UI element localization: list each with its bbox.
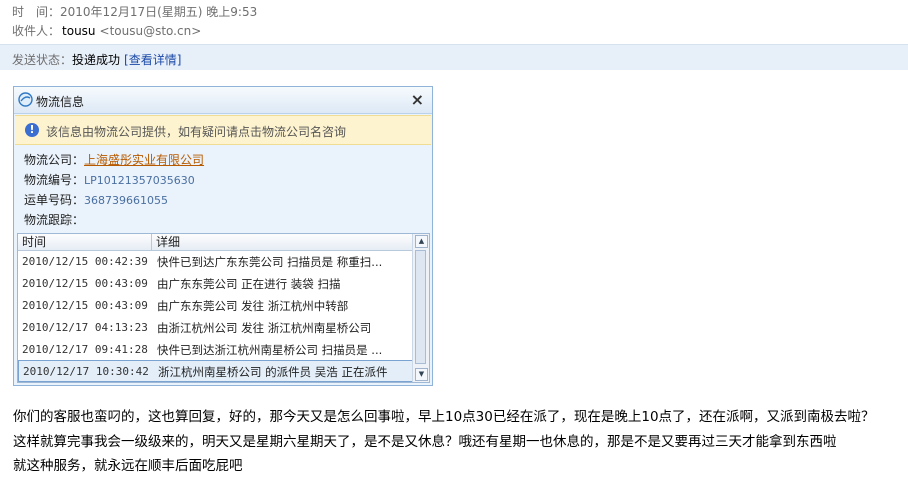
row-time: 2010/12/17 10:30:42: [23, 365, 149, 378]
row-detail: 由浙江杭州公司 发往 浙江杭州南星桥公司: [157, 321, 372, 335]
row-detail: 浙江杭州南星桥公司 的派件员 吴浩 正在派件: [158, 365, 388, 379]
info-notice-text: 该信息由物流公司提供，如有疑问请点击物流公司名咨询: [46, 125, 347, 139]
code-row: 物流编号：LP10121357035630: [24, 171, 195, 188]
waybill-value: 368739661055: [84, 194, 168, 207]
company-label: 物流公司：: [24, 153, 85, 167]
recipient-address: <tousu@sto.cn>: [99, 24, 202, 38]
table-row[interactable]: 2010/12/15 00:43:09 由广东东莞公司 正在进行 装袋 扫描: [18, 273, 414, 295]
tracking-list-scrollbar[interactable]: ▲ ▼: [412, 234, 429, 382]
info-notice: ! 该信息由物流公司提供，如有疑问请点击物流公司名咨询: [15, 115, 431, 145]
time-label: 时 间：: [12, 5, 61, 19]
logistics-panel-titlebar: 物流信息 ×: [14, 87, 432, 114]
row-detail: 由广东东莞公司 发往 浙江杭州中转部: [157, 299, 349, 313]
send-status-bar: 发送状态：投递成功 [查看详情]: [0, 44, 908, 70]
scroll-up-icon[interactable]: ▲: [415, 235, 428, 248]
company-link[interactable]: 上海盛彤实业有限公司: [84, 153, 204, 167]
exclamation-icon: !: [25, 123, 39, 137]
row-time: 2010/12/15 00:42:39: [22, 255, 148, 268]
table-row[interactable]: 2010/12/15 00:43:09 由广东东莞公司 发往 浙江杭州中转部: [18, 295, 414, 317]
send-status-label: 发送状态：: [12, 53, 73, 67]
logistics-panel: 物流信息 × ! 该信息由物流公司提供，如有疑问请点击物流公司名咨询 物流公司：…: [13, 86, 433, 386]
view-details-link[interactable]: [查看详情]: [124, 53, 181, 67]
logistics-globe-icon: [18, 92, 33, 107]
row-time: 2010/12/17 04:13:23: [22, 321, 148, 334]
message-line-3: 就这种服务，就永远在顺丰后面吃屁吧: [13, 458, 243, 474]
table-row-selected[interactable]: 2010/12/17 10:30:42 浙江杭州南星桥公司 的派件员 吴浩 正在…: [18, 360, 414, 382]
row-time: 2010/12/17 09:41:28: [22, 343, 148, 356]
waybill-label: 运单号码：: [24, 193, 85, 207]
table-row[interactable]: 2010/12/17 04:13:23 由浙江杭州公司 发往 浙江杭州南星桥公司: [18, 317, 414, 339]
table-row[interactable]: 2010/12/15 00:42:39 快件已到达广东东莞公司 扫描员是 称重扫…: [18, 251, 414, 273]
row-detail: 快件已到达广东东莞公司 扫描员是 称重扫...: [157, 255, 383, 269]
row-detail: 由广东东莞公司 正在进行 装袋 扫描: [157, 277, 341, 291]
row-time: 2010/12/15 00:43:09: [22, 277, 148, 290]
logistics-panel-title: 物流信息: [36, 95, 85, 109]
company-row: 物流公司：上海盛彤实业有限公司: [24, 151, 204, 168]
recipient-label: 收件人：: [12, 24, 61, 38]
header-time: 时 间：2010年12月17日(星期五) 晚上9:53: [12, 3, 257, 20]
message-line-1: 你们的客服也蛮叼的，这也算回复，好的，那今天又是怎么回事啦，早上10点30已经在…: [13, 409, 875, 425]
table-row[interactable]: 2010/12/17 09:41:28 快件已到达浙江杭州南星桥公司 扫描员是 …: [18, 339, 414, 361]
send-status-value: 投递成功: [72, 53, 121, 67]
scroll-down-icon[interactable]: ▼: [415, 368, 428, 381]
waybill-row: 运单号码：368739661055: [24, 191, 168, 208]
header-recipient: 收件人： tousu <tousu@sto.cn>: [12, 22, 201, 39]
column-header-detail[interactable]: 详细: [152, 234, 412, 251]
scrollbar-thumb[interactable]: [415, 250, 426, 364]
row-time: 2010/12/15 00:43:09: [22, 299, 148, 312]
recipient-name[interactable]: tousu: [62, 24, 96, 38]
row-detail: 快件已到达浙江杭州南星桥公司 扫描员是 ...: [157, 343, 383, 357]
close-icon[interactable]: ×: [411, 90, 424, 109]
tracking-row: 物流跟踪：: [24, 211, 84, 228]
code-value: LP10121357035630: [84, 174, 195, 187]
tracking-label: 物流跟踪：: [24, 213, 85, 227]
column-header-time[interactable]: 时间: [18, 234, 152, 251]
code-label: 物流编号：: [24, 173, 85, 187]
message-line-2: 这样就算完事我会一级级来的，明天又是星期六星期天了，是不是又休息？哦还有星期一也…: [13, 434, 837, 450]
time-value: 2010年12月17日(星期五) 晚上9:53: [60, 5, 258, 19]
tracking-list: 时间 详细 2010/12/15 00:42:39 快件已到达广东东莞公司 扫描…: [17, 233, 430, 383]
